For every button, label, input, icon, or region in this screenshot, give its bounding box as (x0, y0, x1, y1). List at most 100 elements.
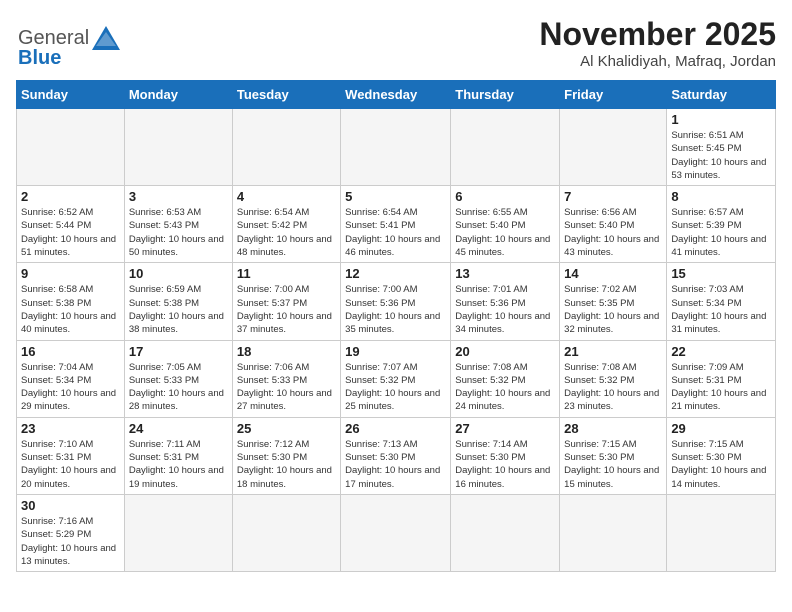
day-number: 22 (671, 344, 771, 359)
day-number: 7 (564, 189, 662, 204)
day-number: 28 (564, 421, 662, 436)
day-number: 9 (21, 266, 120, 281)
logo-svg: General Blue (16, 16, 136, 68)
day-number: 19 (345, 344, 446, 359)
calendar-cell: 7Sunrise: 6:56 AM Sunset: 5:40 PM Daylig… (560, 186, 667, 263)
day-number: 27 (455, 421, 555, 436)
day-info: Sunrise: 7:02 AM Sunset: 5:35 PM Dayligh… (564, 283, 662, 336)
calendar-cell: 30 Sunrise: 7:16 AM Sunset: 5:29 PM Dayli… (17, 494, 125, 571)
day-number: 26 (345, 421, 446, 436)
calendar-cell: 28 Sunrise: 7:15 AM Sunset: 5:30 PM Dayli… (560, 417, 667, 494)
calendar-cell: 9Sunrise: 6:58 AM Sunset: 5:38 PM Daylig… (17, 263, 125, 340)
header-monday: Monday (124, 81, 232, 109)
calendar-cell (667, 494, 776, 571)
day-number: 3 (129, 189, 228, 204)
day-number: 30 (21, 498, 120, 513)
day-info: Sunrise: 6:59 AM Sunset: 5:38 PM Dayligh… (129, 283, 228, 336)
calendar-cell: 16 Sunrise: 7:04 AM Sunset: 5:34 PM Dayli… (17, 340, 125, 417)
calendar-cell: 24 Sunrise: 7:11 AM Sunset: 5:31 PM Dayli… (124, 417, 232, 494)
calendar-week-row: 2 Sunrise: 6:52 AM Sunset: 5:44 PM Daylig… (17, 186, 776, 263)
calendar-title: November 2025 (539, 16, 776, 53)
day-info: Sunrise: 7:00 AM Sunset: 5:37 PM Dayligh… (237, 283, 336, 336)
calendar-week-row: 30 Sunrise: 7:16 AM Sunset: 5:29 PM Dayli… (17, 494, 776, 571)
calendar-cell: 20Sunrise: 7:08 AM Sunset: 5:32 PM Dayli… (451, 340, 560, 417)
day-number: 5 (345, 189, 446, 204)
calendar-cell: 11 Sunrise: 7:00 AM Sunset: 5:37 PM Dayli… (232, 263, 340, 340)
day-number: 12 (345, 266, 446, 281)
header-thursday: Thursday (451, 81, 560, 109)
day-info: Sunrise: 7:15 AM Sunset: 5:30 PM Dayligh… (671, 438, 771, 491)
day-info: Sunrise: 7:03 AM Sunset: 5:34 PM Dayligh… (671, 283, 771, 336)
calendar-week-row: 23Sunrise: 7:10 AM Sunset: 5:31 PM Dayli… (17, 417, 776, 494)
day-info: Sunrise: 7:08 AM Sunset: 5:32 PM Dayligh… (455, 361, 555, 414)
day-info: Sunrise: 7:00 AM Sunset: 5:36 PM Dayligh… (345, 283, 446, 336)
header-friday: Friday (560, 81, 667, 109)
calendar-week-row: 16 Sunrise: 7:04 AM Sunset: 5:34 PM Dayli… (17, 340, 776, 417)
day-number: 29 (671, 421, 771, 436)
logo: General Blue (16, 16, 136, 68)
calendar-cell: 13 Sunrise: 7:01 AM Sunset: 5:36 PM Dayli… (451, 263, 560, 340)
day-info: Sunrise: 7:04 AM Sunset: 5:34 PM Dayligh… (21, 361, 120, 414)
weekday-header-row: Sunday Monday Tuesday Wednesday Thursday… (17, 81, 776, 109)
calendar-cell: 5 Sunrise: 6:54 AM Sunset: 5:41 PM Daylig… (341, 186, 451, 263)
day-info: Sunrise: 6:55 AM Sunset: 5:40 PM Dayligh… (455, 206, 555, 259)
day-number: 8 (671, 189, 771, 204)
calendar-cell: 14 Sunrise: 7:02 AM Sunset: 5:35 PM Dayli… (560, 263, 667, 340)
calendar-cell: 6Sunrise: 6:55 AM Sunset: 5:40 PM Daylig… (451, 186, 560, 263)
day-info: Sunrise: 7:07 AM Sunset: 5:32 PM Dayligh… (345, 361, 446, 414)
calendar-cell (17, 109, 125, 186)
title-area: November 2025 Al Khalidiyah, Mafraq, Jor… (539, 16, 776, 70)
day-number: 13 (455, 266, 555, 281)
day-info: Sunrise: 6:53 AM Sunset: 5:43 PM Dayligh… (129, 206, 228, 259)
calendar-cell: 18Sunrise: 7:06 AM Sunset: 5:33 PM Dayli… (232, 340, 340, 417)
day-info: Sunrise: 7:15 AM Sunset: 5:30 PM Dayligh… (564, 438, 662, 491)
calendar-cell (560, 109, 667, 186)
calendar-cell: 29 Sunrise: 7:15 AM Sunset: 5:30 PM Dayli… (667, 417, 776, 494)
calendar-cell: 4 Sunrise: 6:54 AM Sunset: 5:42 PM Daylig… (232, 186, 340, 263)
calendar-table: Sunday Monday Tuesday Wednesday Thursday… (16, 80, 776, 572)
day-info: Sunrise: 6:54 AM Sunset: 5:42 PM Dayligh… (237, 206, 336, 259)
calendar-cell: 21Sunrise: 7:08 AM Sunset: 5:32 PM Dayli… (560, 340, 667, 417)
svg-text:Blue: Blue (18, 47, 61, 68)
day-info: Sunrise: 7:10 AM Sunset: 5:31 PM Dayligh… (21, 438, 120, 491)
svg-text:General: General (18, 27, 89, 49)
calendar-cell (232, 109, 340, 186)
calendar-cell: 27 Sunrise: 7:14 AM Sunset: 5:30 PM Dayli… (451, 417, 560, 494)
day-number: 11 (237, 266, 336, 281)
calendar-cell: 25Sunrise: 7:12 AM Sunset: 5:30 PM Dayli… (232, 417, 340, 494)
day-info: Sunrise: 7:01 AM Sunset: 5:36 PM Dayligh… (455, 283, 555, 336)
calendar-cell: 10Sunrise: 6:59 AM Sunset: 5:38 PM Dayli… (124, 263, 232, 340)
calendar-week-row: 1Sunrise: 6:51 AM Sunset: 5:45 PM Daylig… (17, 109, 776, 186)
day-number: 4 (237, 189, 336, 204)
header-tuesday: Tuesday (232, 81, 340, 109)
day-info: Sunrise: 7:14 AM Sunset: 5:30 PM Dayligh… (455, 438, 555, 491)
calendar-cell (341, 109, 451, 186)
day-info: Sunrise: 7:12 AM Sunset: 5:30 PM Dayligh… (237, 438, 336, 491)
header-wednesday: Wednesday (341, 81, 451, 109)
calendar-cell: 15 Sunrise: 7:03 AM Sunset: 5:34 PM Dayli… (667, 263, 776, 340)
calendar-cell (124, 494, 232, 571)
calendar-week-row: 9Sunrise: 6:58 AM Sunset: 5:38 PM Daylig… (17, 263, 776, 340)
header: General Blue November 2025 Al Khalidiyah… (16, 16, 776, 70)
day-info: Sunrise: 7:11 AM Sunset: 5:31 PM Dayligh… (129, 438, 228, 491)
calendar-cell: 19 Sunrise: 7:07 AM Sunset: 5:32 PM Dayli… (341, 340, 451, 417)
day-number: 15 (671, 266, 771, 281)
day-number: 14 (564, 266, 662, 281)
day-info: Sunrise: 7:06 AM Sunset: 5:33 PM Dayligh… (237, 361, 336, 414)
day-number: 16 (21, 344, 120, 359)
calendar-subtitle: Al Khalidiyah, Mafraq, Jordan (539, 53, 776, 70)
day-info: Sunrise: 7:08 AM Sunset: 5:32 PM Dayligh… (564, 361, 662, 414)
day-number: 2 (21, 189, 120, 204)
calendar-cell: 3 Sunrise: 6:53 AM Sunset: 5:43 PM Daylig… (124, 186, 232, 263)
calendar-cell (560, 494, 667, 571)
day-info: Sunrise: 7:16 AM Sunset: 5:29 PM Dayligh… (21, 515, 120, 568)
day-info: Sunrise: 6:52 AM Sunset: 5:44 PM Dayligh… (21, 206, 120, 259)
day-number: 24 (129, 421, 228, 436)
calendar-cell: 17Sunrise: 7:05 AM Sunset: 5:33 PM Dayli… (124, 340, 232, 417)
calendar-cell: 1Sunrise: 6:51 AM Sunset: 5:45 PM Daylig… (667, 109, 776, 186)
calendar-cell: 26Sunrise: 7:13 AM Sunset: 5:30 PM Dayli… (341, 417, 451, 494)
calendar-cell (341, 494, 451, 571)
day-info: Sunrise: 6:54 AM Sunset: 5:41 PM Dayligh… (345, 206, 446, 259)
calendar-cell: 8Sunrise: 6:57 AM Sunset: 5:39 PM Daylig… (667, 186, 776, 263)
day-info: Sunrise: 7:05 AM Sunset: 5:33 PM Dayligh… (129, 361, 228, 414)
